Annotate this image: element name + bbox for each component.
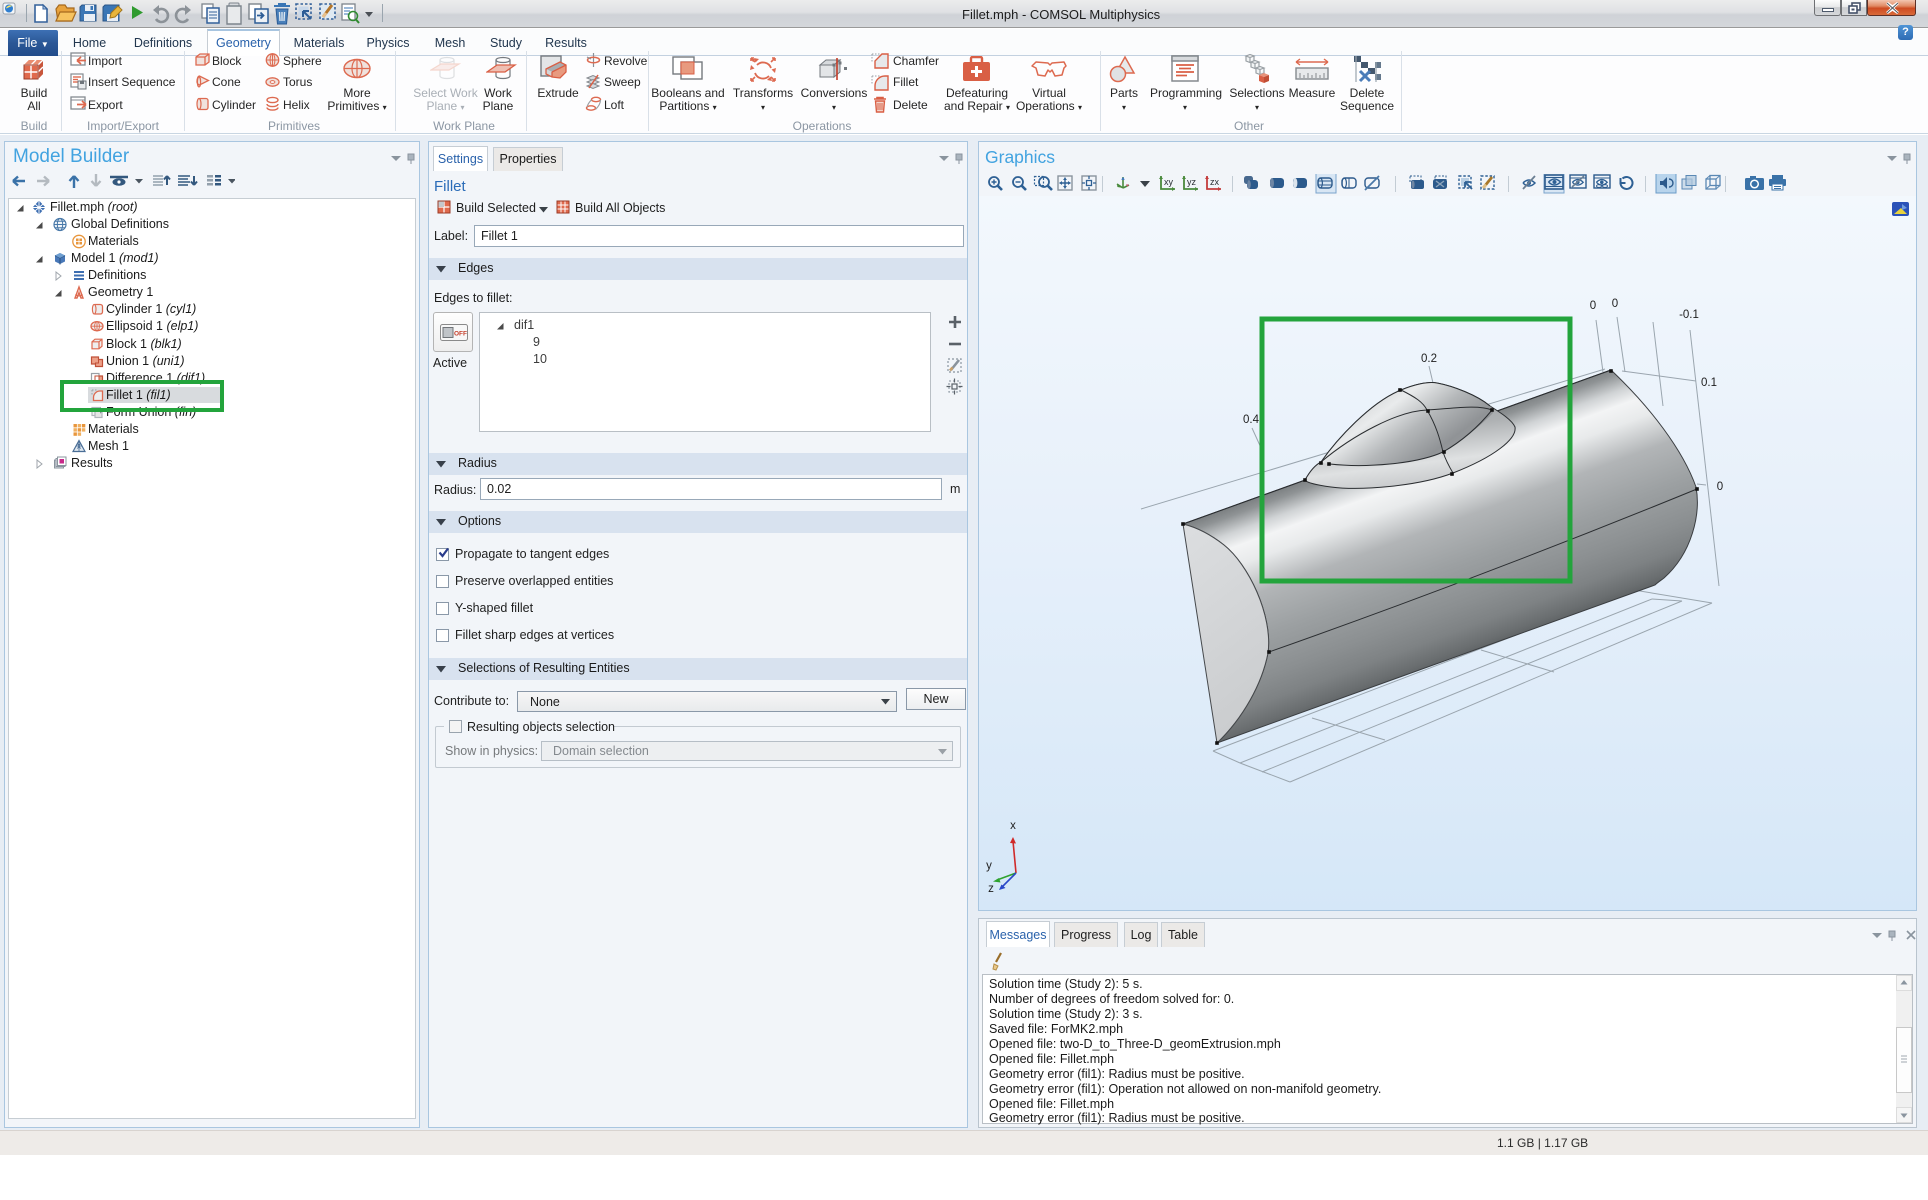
svg-text:y: y	[986, 860, 992, 872]
svg-text:x: x	[1010, 820, 1016, 832]
svg-text:0.1: 0.1	[1701, 377, 1717, 389]
svg-text:0: 0	[1612, 298, 1618, 310]
svg-text:yz: yz	[1187, 177, 1197, 187]
svg-text:xy: xy	[1164, 177, 1174, 187]
svg-text:0: 0	[1717, 481, 1723, 493]
svg-text:0.2: 0.2	[1421, 353, 1437, 365]
svg-text:OFF: OFF	[454, 330, 467, 337]
svg-text:-0.1: -0.1	[1679, 309, 1699, 321]
svg-text:0.4: 0.4	[1243, 414, 1260, 426]
svg-text:0: 0	[1590, 300, 1596, 312]
svg-text:zx: zx	[1210, 177, 1220, 187]
svg-text:z: z	[988, 883, 994, 895]
